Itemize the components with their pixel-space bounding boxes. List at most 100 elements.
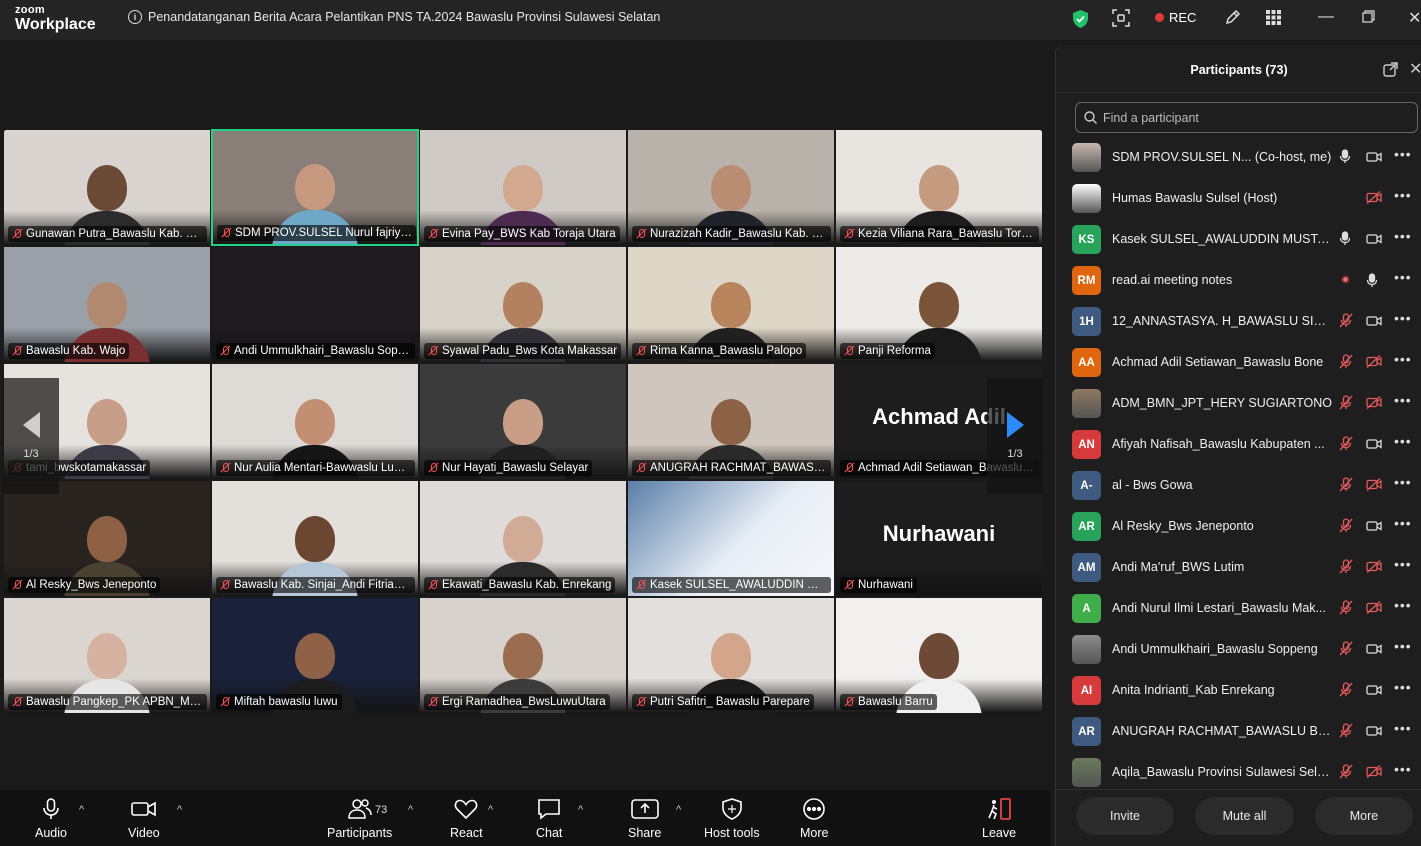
participant-more-icon[interactable]: ••• <box>1394 187 1412 203</box>
participant-more-icon[interactable]: ••• <box>1394 269 1412 285</box>
microphone-icon[interactable] <box>1366 273 1378 293</box>
leave-button[interactable]: Leave <box>982 798 1016 840</box>
microphone-muted-icon[interactable] <box>1339 354 1353 374</box>
participant-more-icon[interactable]: ••• <box>1394 761 1412 777</box>
share-options-caret-icon[interactable]: ^ <box>676 804 681 816</box>
participant-more-icon[interactable]: ••• <box>1394 433 1412 449</box>
participant-more-icon[interactable]: ••• <box>1394 310 1412 326</box>
participant-row[interactable]: AM Andi Ma'ruf_BWS Lutim ••• <box>1056 547 1421 588</box>
participant-row[interactable]: AN Afiyah Nafisah_Bawaslu Kabupaten ... ••… <box>1056 424 1421 465</box>
video-tile[interactable]: Nur Hayati_Bawaslu Selayar <box>419 363 627 480</box>
camera-icon[interactable] <box>1366 150 1382 168</box>
participant-row[interactable]: AR Al Resky_Bws Jeneponto ••• <box>1056 506 1421 547</box>
video-tile[interactable]: Kezia Viliana Rara_Bawaslu Toraj... <box>835 129 1043 246</box>
participant-more-icon[interactable]: ••• <box>1394 720 1412 736</box>
video-button[interactable]: Video <box>128 798 160 840</box>
video-tile[interactable]: Miftah bawaslu luwu <box>211 597 419 714</box>
participant-more-icon[interactable]: ••• <box>1394 597 1412 613</box>
participant-more-icon[interactable]: ••• <box>1394 474 1412 490</box>
participant-more-icon[interactable]: ••• <box>1394 392 1412 408</box>
view-options-icon[interactable] <box>1112 9 1130 32</box>
encryption-shield-icon[interactable] <box>1072 9 1089 34</box>
participants-options-caret-icon[interactable]: ^ <box>408 804 413 816</box>
info-icon[interactable]: i <box>128 10 142 24</box>
participant-more-icon[interactable]: ••• <box>1394 146 1412 162</box>
microphone-muted-icon[interactable] <box>1339 682 1353 702</box>
microphone-icon[interactable] <box>1339 231 1351 251</box>
microphone-muted-icon[interactable] <box>1339 723 1353 743</box>
video-tile[interactable]: Nurazizah Kadir_Bawaslu Kab. Si... <box>627 129 835 246</box>
apps-grid-icon[interactable] <box>1266 10 1281 30</box>
microphone-muted-icon[interactable] <box>1339 764 1353 784</box>
video-tile[interactable]: SDM PROV.SULSEL Nurul fajriyah Sa... <box>211 129 419 246</box>
video-tile[interactable]: Panji Reforma <box>835 246 1043 363</box>
participant-row[interactable]: KS Kasek SULSEL_AWALUDDIN MUSTAFA ••• <box>1056 219 1421 260</box>
camera-icon[interactable] <box>1366 314 1382 332</box>
mute-all-button[interactable]: Mute all <box>1195 797 1294 835</box>
participant-row[interactable]: A-al - Bws Gowa ••• <box>1056 465 1421 506</box>
more-button[interactable]: More <box>800 798 828 840</box>
microphone-muted-icon[interactable] <box>1339 600 1353 620</box>
video-tile[interactable]: Bawaslu Pangkep_PK APBN_Mila ... <box>3 597 211 714</box>
video-tile[interactable]: Bawaslu Kab. Sinjai_Andi Fitrians... <box>211 480 419 597</box>
video-tile[interactable]: Gunawan Putra_Bawaslu Kab. Sid... <box>3 129 211 246</box>
annotate-pen-icon[interactable] <box>1224 8 1242 31</box>
camera-off-icon[interactable] <box>1366 765 1382 783</box>
camera-icon[interactable] <box>1366 683 1382 701</box>
popout-icon[interactable] <box>1383 62 1398 82</box>
participant-more-icon[interactable]: ••• <box>1394 515 1412 531</box>
camera-off-icon[interactable] <box>1366 478 1382 496</box>
video-tile[interactable]: Nurhawani Nurhawani <box>835 480 1043 597</box>
video-tile[interactable]: Ekawati_Bawaslu Kab. Enrekang <box>419 480 627 597</box>
video-options-caret-icon[interactable]: ^ <box>177 804 182 816</box>
microphone-muted-icon[interactable] <box>1339 559 1353 579</box>
microphone-icon[interactable] <box>1339 149 1351 169</box>
microphone-muted-icon[interactable] <box>1339 436 1353 456</box>
microphone-muted-icon[interactable] <box>1339 518 1353 538</box>
participant-more-icon[interactable]: ••• <box>1394 679 1412 695</box>
chat-options-caret-icon[interactable]: ^ <box>578 804 583 816</box>
video-tile[interactable]: Evina Pay_BWS Kab Toraja Utara <box>419 129 627 246</box>
video-tile[interactable]: Nur Aulia Mentari-Bawwaslu Luw... <box>211 363 419 480</box>
participant-row[interactable]: AR ANUGRAH RACHMAT_BAWASLU BU... ••• <box>1056 711 1421 752</box>
participant-search-input[interactable] <box>1103 110 1403 125</box>
previous-page-button[interactable]: 1/3 <box>3 378 59 494</box>
react-button[interactable]: React <box>450 798 483 840</box>
next-page-button[interactable]: 1/3 <box>987 378 1043 494</box>
camera-icon[interactable] <box>1366 724 1382 742</box>
restore-button[interactable] <box>1362 10 1375 28</box>
audio-options-caret-icon[interactable]: ^ <box>79 804 84 816</box>
microphone-muted-icon[interactable] <box>1339 395 1353 415</box>
video-tile[interactable]: ANUGRAH RACHMAT_BAWASLU ... <box>627 363 835 480</box>
participant-row[interactable]: Andi Ummulkhairi_Bawaslu Soppeng ••• <box>1056 629 1421 670</box>
camera-icon[interactable] <box>1366 232 1382 250</box>
participant-more-icon[interactable]: ••• <box>1394 228 1412 244</box>
microphone-muted-icon[interactable] <box>1339 313 1353 333</box>
close-window-button[interactable]: ✕ <box>1408 8 1421 28</box>
participant-row[interactable]: Aqila_Bawaslu Provinsi Sulawesi Sela... •… <box>1056 752 1421 793</box>
invite-button[interactable]: Invite <box>1076 797 1174 835</box>
microphone-muted-icon[interactable] <box>1339 641 1353 661</box>
camera-icon[interactable] <box>1366 437 1382 455</box>
recording-indicator[interactable]: REC <box>1155 10 1196 25</box>
video-tile[interactable]: Bawaslu Kab. Wajo <box>3 246 211 363</box>
camera-icon[interactable] <box>1366 642 1382 660</box>
participant-row[interactable]: SDM PROV.SULSEL N... (Co-host, me) ••• <box>1056 137 1421 178</box>
camera-off-icon[interactable] <box>1366 396 1382 414</box>
react-options-caret-icon[interactable]: ^ <box>488 804 493 816</box>
participant-search[interactable] <box>1075 102 1418 133</box>
meeting-info[interactable]: i Penandatanganan Berita Acara Pelantika… <box>128 10 660 24</box>
video-tile[interactable]: Kasek SULSEL_AWALUDDIN MUSTAFA <box>627 480 835 597</box>
camera-off-icon[interactable] <box>1366 355 1382 373</box>
participant-more-icon[interactable]: ••• <box>1394 638 1412 654</box>
chat-button[interactable]: Chat <box>536 798 562 840</box>
video-tile[interactable]: Ergi Ramadhea_BwsLuwuUtara <box>419 597 627 714</box>
participant-more-icon[interactable]: ••• <box>1394 556 1412 572</box>
video-tile[interactable]: Rima Kanna_Bawaslu Palopo <box>627 246 835 363</box>
microphone-muted-icon[interactable] <box>1339 477 1353 497</box>
participant-row[interactable]: RM read.ai meeting notes ••• <box>1056 260 1421 301</box>
camera-off-icon[interactable] <box>1366 560 1382 578</box>
video-tile[interactable]: Putri Safitri_ Bawaslu Parepare <box>627 597 835 714</box>
participant-row[interactable]: AI Anita Indrianti_Kab Enrekang ••• <box>1056 670 1421 711</box>
host-tools-button[interactable]: Host tools <box>704 798 760 840</box>
